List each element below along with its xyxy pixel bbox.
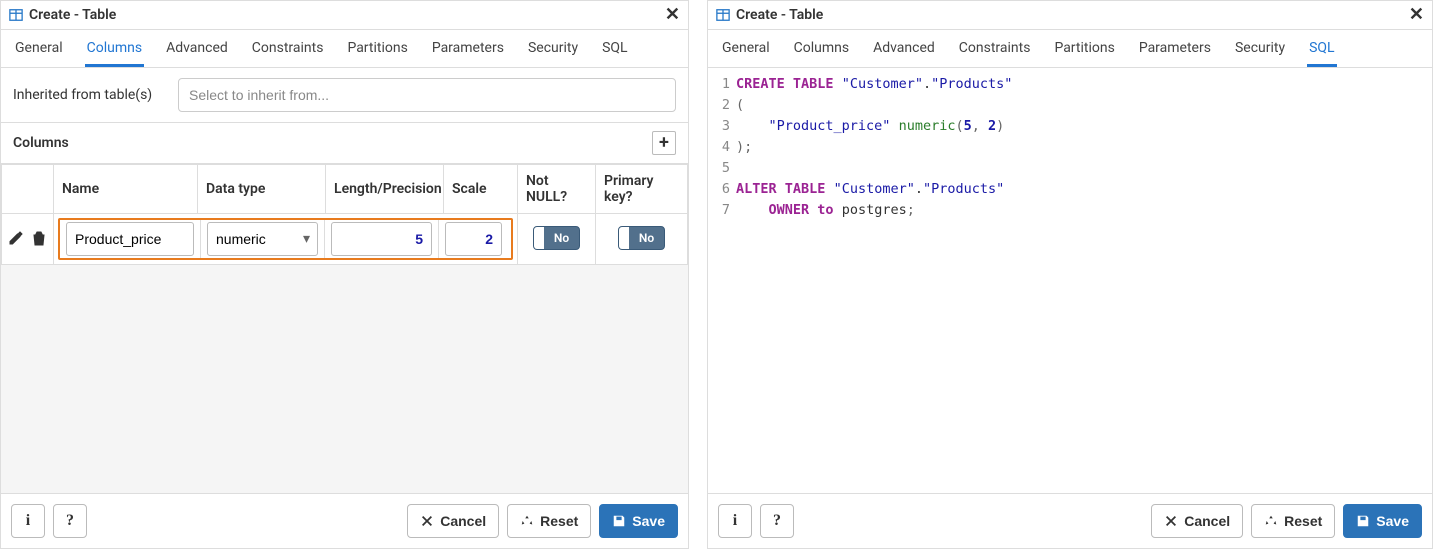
reset-label: Reset [1284, 513, 1322, 529]
table-icon [716, 8, 730, 22]
tab-partitions[interactable]: Partitions [345, 30, 409, 67]
save-label: Save [1376, 513, 1409, 529]
cancel-button[interactable]: Cancel [1151, 504, 1243, 538]
cancel-button[interactable]: Cancel [407, 504, 499, 538]
help-button[interactable]: ? [53, 504, 87, 538]
tab-partitions[interactable]: Partitions [1052, 30, 1116, 67]
cancel-label: Cancel [440, 513, 486, 529]
info-button[interactable]: i [11, 504, 45, 538]
tab-constraints[interactable]: Constraints [250, 30, 326, 67]
column-row: ▾ [2, 214, 688, 265]
inherited-from-label: Inherited from table(s) [13, 87, 178, 103]
tab-columns[interactable]: Columns [85, 30, 144, 67]
window-title: Create - Table [29, 7, 116, 23]
edit-row-icon[interactable] [6, 228, 26, 248]
reset-button[interactable]: Reset [1251, 504, 1335, 538]
reset-label: Reset [540, 513, 578, 529]
create-table-dialog-sql: Create - Table ✕ General Columns Advance… [707, 0, 1433, 549]
reset-button[interactable]: Reset [507, 504, 591, 538]
tab-parameters[interactable]: Parameters [1137, 30, 1213, 67]
tab-sql[interactable]: SQL [1307, 30, 1336, 67]
add-column-button[interactable]: + [652, 131, 676, 155]
not-null-toggle-label: No [544, 231, 579, 245]
save-button[interactable]: Save [1343, 504, 1422, 538]
recycle-icon [1264, 514, 1278, 528]
column-scale-input[interactable] [445, 222, 502, 256]
tab-general[interactable]: General [13, 30, 65, 67]
column-name-input[interactable] [66, 222, 194, 256]
create-table-dialog-columns: Create - Table ✕ General Columns Advance… [0, 0, 689, 549]
close-icon [1164, 514, 1178, 528]
columns-grid: Name Data type Length/Precision Scale No… [1, 164, 688, 265]
col-header-length: Length/Precision [326, 165, 444, 214]
help-button[interactable]: ? [760, 504, 794, 538]
tab-columns[interactable]: Columns [792, 30, 851, 67]
table-icon [9, 8, 23, 22]
not-null-toggle[interactable]: No [533, 226, 580, 250]
close-icon[interactable]: ✕ [665, 6, 680, 24]
tab-constraints[interactable]: Constraints [957, 30, 1033, 67]
inherited-from-input[interactable] [178, 78, 676, 112]
save-label: Save [632, 513, 665, 529]
tab-security[interactable]: Security [526, 30, 580, 67]
titlebar: Create - Table ✕ [708, 1, 1432, 30]
tab-advanced[interactable]: Advanced [164, 30, 230, 67]
column-length-input[interactable] [331, 222, 432, 256]
recycle-icon [520, 514, 534, 528]
col-header-pkey: Primary key? [596, 165, 688, 214]
primary-key-toggle-label: No [629, 231, 664, 245]
col-header-name: Name [54, 165, 198, 214]
save-icon [1356, 514, 1370, 528]
tab-parameters[interactable]: Parameters [430, 30, 506, 67]
columns-section-header: Columns + [1, 123, 688, 164]
window-title: Create - Table [736, 7, 823, 23]
info-button[interactable]: i [718, 504, 752, 538]
cancel-label: Cancel [1184, 513, 1230, 529]
col-header-datatype: Data type [198, 165, 326, 214]
tab-advanced[interactable]: Advanced [871, 30, 937, 67]
line-gutter: 123 456 7 [708, 74, 736, 221]
close-icon[interactable]: ✕ [1409, 6, 1424, 24]
sql-code: CREATE TABLE "Customer"."Products" ( "Pr… [736, 74, 1432, 221]
dialog-footer: i ? Cancel Reset Save [708, 493, 1432, 548]
tab-sql[interactable]: SQL [600, 30, 629, 67]
column-definition-highlight: ▾ [54, 214, 518, 265]
save-icon [612, 514, 626, 528]
tabs: General Columns Advanced Constraints Par… [1, 30, 688, 68]
close-icon [420, 514, 434, 528]
col-header-notnull: Not NULL? [518, 165, 596, 214]
titlebar: Create - Table ✕ [1, 1, 688, 30]
primary-key-toggle[interactable]: No [618, 226, 665, 250]
columns-section-title: Columns [13, 135, 69, 151]
inherited-from-row: Inherited from table(s) [1, 68, 688, 123]
dialog-footer: i ? Cancel Reset Save [1, 493, 688, 548]
delete-row-icon[interactable] [29, 228, 49, 248]
tabs: General Columns Advanced Constraints Par… [708, 30, 1432, 68]
tab-security[interactable]: Security [1233, 30, 1287, 67]
column-datatype-select[interactable] [207, 222, 318, 256]
tab-general[interactable]: General [720, 30, 772, 67]
sql-editor[interactable]: 123 456 7 CREATE TABLE "Customer"."Produ… [708, 68, 1432, 221]
save-button[interactable]: Save [599, 504, 678, 538]
col-header-scale: Scale [444, 165, 518, 214]
